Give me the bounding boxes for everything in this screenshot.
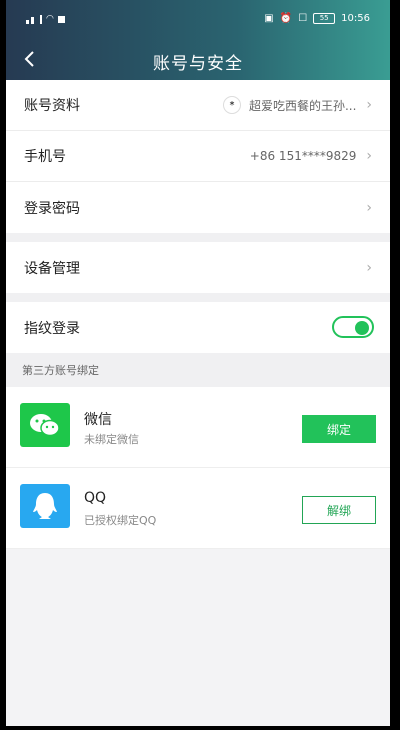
- chevron-right-icon: ›: [366, 148, 372, 164]
- chevron-right-icon: ›: [366, 259, 372, 276]
- row-account-profile[interactable]: 账号资料 * 超爱吃西餐的王孙... ›: [6, 80, 390, 131]
- bottom-edge: [0, 726, 400, 730]
- status-time: 10:56: [341, 13, 370, 24]
- account-info-group: 账号资料 * 超爱吃西餐的王孙... › 手机号 +86 151****9829…: [6, 80, 390, 233]
- app-screen: ◠ ▣ ⏰ ☐ 55 10:56 账号与安全 账号资料 * 超爱吃西餐的王孙..…: [6, 0, 390, 730]
- avatar: *: [222, 96, 241, 114]
- account-status: 未绑定微信: [84, 433, 139, 446]
- row-label: 账号资料: [24, 98, 80, 114]
- account-status: 已授权绑定QQ: [84, 514, 157, 527]
- row-label: 设备管理: [24, 260, 80, 277]
- row-phone-number[interactable]: 手机号 +86 151****9829 ›: [6, 131, 390, 182]
- row-label: 指纹登录: [24, 320, 80, 337]
- settings-content: 账号资料 * 超爱吃西餐的王孙... › 手机号 +86 151****9829…: [6, 80, 390, 549]
- row-login-password[interactable]: 登录密码 ›: [6, 182, 390, 233]
- signal-icon: [26, 14, 42, 24]
- chevron-right-icon: ›: [366, 97, 372, 113]
- wechat-icon: [20, 403, 70, 447]
- qq-icon: [20, 484, 70, 528]
- notification-icon: [57, 15, 65, 23]
- row-device-management[interactable]: 设备管理 ›: [6, 242, 390, 293]
- nav-bar: 账号与安全: [6, 40, 390, 80]
- section-heading: 第三方账号绑定: [6, 353, 390, 387]
- nickname-value: 超爱吃西餐的王孙...: [248, 98, 357, 113]
- fingerprint-toggle[interactable]: [332, 316, 374, 338]
- third-party-wechat: 微信 未绑定微信 绑定: [6, 387, 390, 468]
- third-party-qq: QQ 已授权绑定QQ 解绑: [6, 468, 390, 549]
- phone-value: +86 151****9829: [249, 149, 357, 163]
- status-bar: ◠ ▣ ⏰ ☐ 55 10:56: [6, 10, 390, 32]
- row-fingerprint-login: 指纹登录: [6, 302, 390, 353]
- bind-wechat-button[interactable]: 绑定: [302, 415, 376, 443]
- vibrate-icon: ☐: [298, 13, 308, 24]
- divider: [6, 233, 390, 242]
- wifi-icon: ◠: [46, 14, 54, 24]
- toggle-knob: [355, 321, 369, 335]
- chevron-right-icon: ›: [366, 199, 372, 216]
- fingerprint-group: 指纹登录: [6, 302, 390, 353]
- unbind-qq-button[interactable]: 解绑: [302, 496, 376, 524]
- row-label: 登录密码: [24, 200, 80, 217]
- account-name: QQ: [84, 490, 107, 506]
- alarm-icon: ⏰: [279, 13, 293, 24]
- divider: [6, 293, 390, 302]
- page-title: 账号与安全: [153, 54, 243, 74]
- battery-icon: 55: [313, 13, 336, 24]
- header-bar: ◠ ▣ ⏰ ☐ 55 10:56 账号与安全: [6, 0, 390, 80]
- row-label: 手机号: [24, 149, 66, 165]
- device-group: 设备管理 ›: [6, 242, 390, 293]
- nfc-icon: ▣: [264, 13, 274, 24]
- account-name: 微信: [84, 412, 112, 428]
